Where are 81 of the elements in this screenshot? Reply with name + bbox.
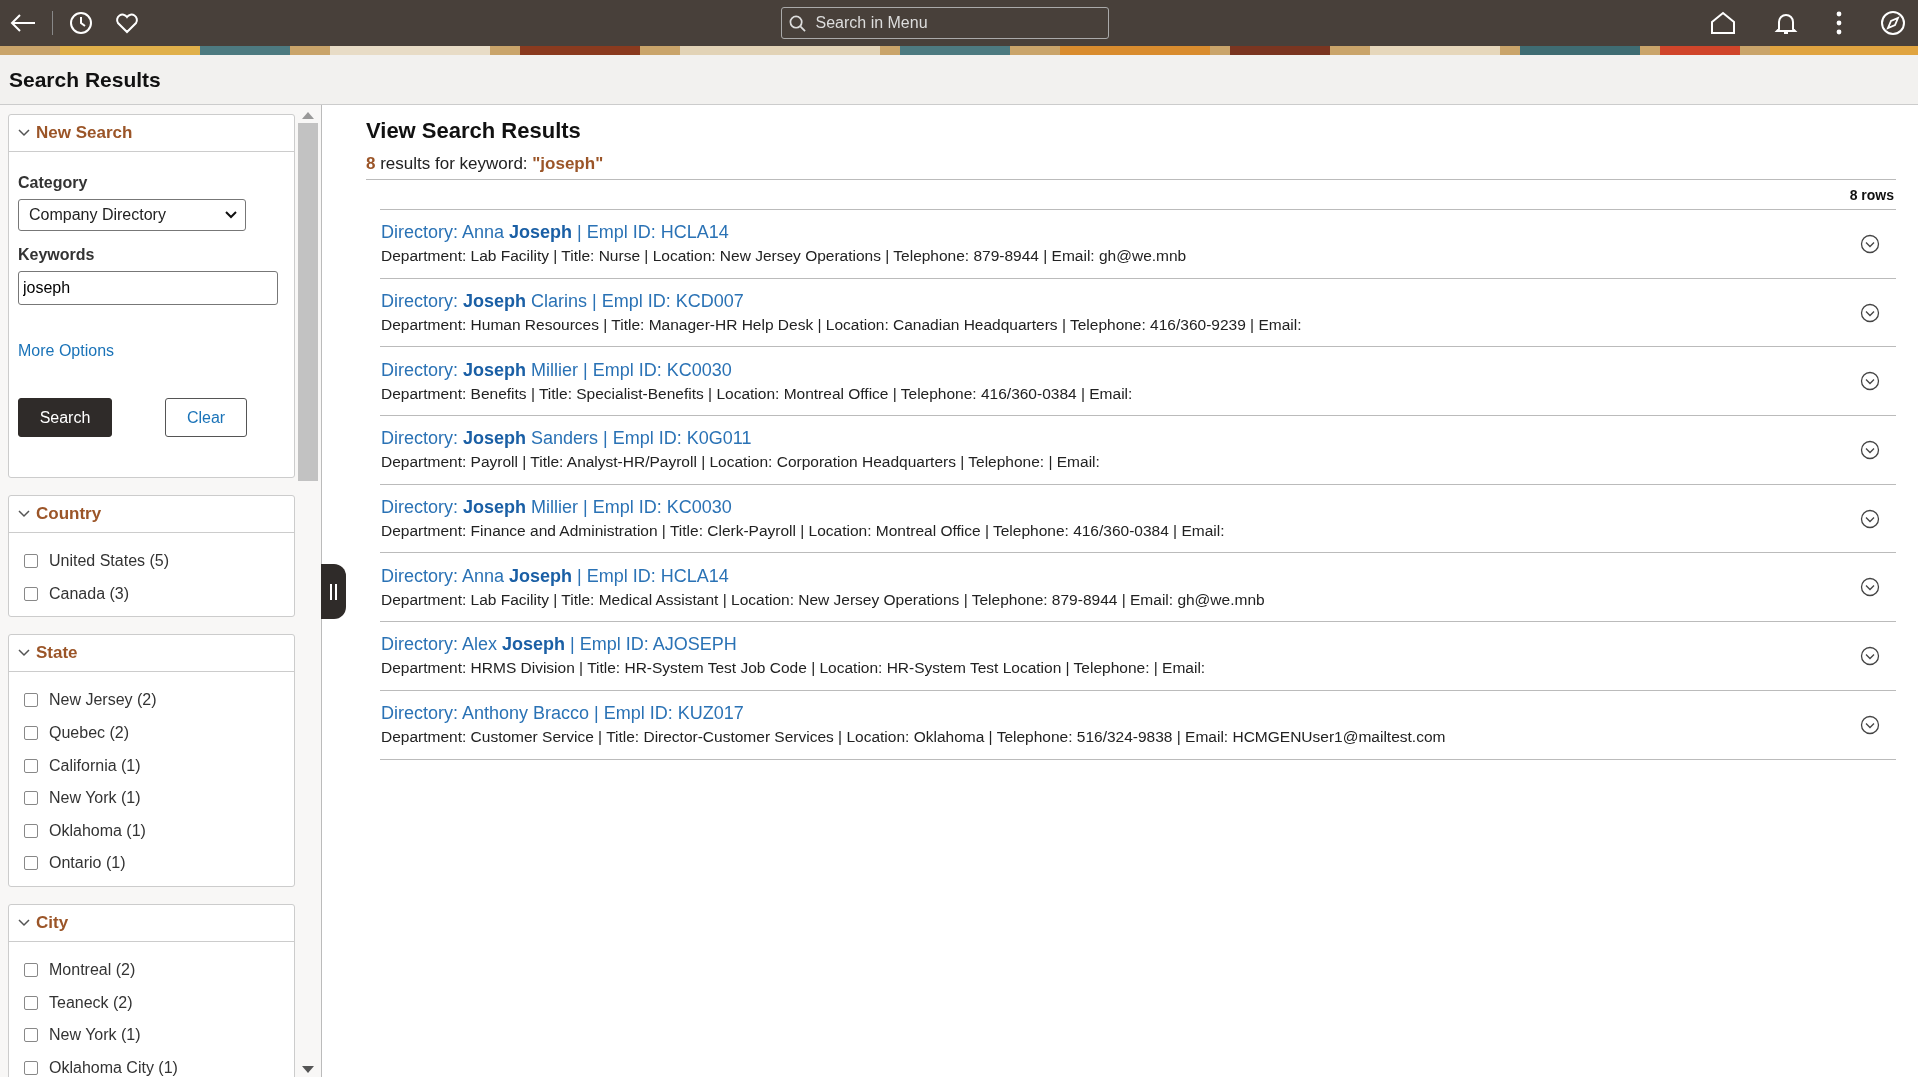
result-details: Department: HRMS Division | Title: HR-System Test Job Code | Location: HR-System Test Location | Telephone: | Email: bbox=[381, 659, 1206, 678]
scrollbar-thumb[interactable] bbox=[298, 123, 318, 481]
chevron-icon[interactable] bbox=[18, 129, 30, 137]
expand-icon[interactable] bbox=[1860, 302, 1880, 323]
expand-icon[interactable] bbox=[1860, 577, 1880, 598]
results-summary: 8 results for keyword: "joseph" bbox=[366, 154, 1896, 180]
collapse-handle[interactable] bbox=[321, 564, 346, 619]
page-title: Search Results bbox=[9, 67, 161, 92]
search-icon bbox=[788, 15, 806, 32]
checkbox[interactable] bbox=[24, 995, 38, 1010]
chevron-icon[interactable] bbox=[18, 918, 30, 927]
result-link[interactable]: Directory: Anna Joseph | Empl ID: HCLA14 bbox=[381, 565, 1265, 587]
checkbox[interactable] bbox=[24, 823, 38, 838]
checkbox-label[interactable]: Quebec (2) bbox=[49, 724, 130, 743]
history-icon[interactable] bbox=[69, 11, 93, 35]
panel-title[interactable]: State bbox=[36, 643, 78, 664]
clear-button[interactable]: Clear bbox=[165, 398, 247, 437]
result-link[interactable]: Directory: Joseph Millier | Empl ID: KC0030 bbox=[381, 497, 1225, 519]
compass-icon[interactable] bbox=[1880, 10, 1906, 36]
result-details: Department: Human Resources | Title: Manager-HR Help Desk | Location: Canadian Headquarters | Telephone: 416/360-9239 | Email: bbox=[381, 316, 1302, 335]
home-icon[interactable] bbox=[1710, 11, 1736, 35]
more-options-link[interactable]: More Options bbox=[18, 342, 115, 360]
result-link[interactable]: Directory: Joseph Millier | Empl ID: KC0030 bbox=[381, 359, 1133, 381]
expand-icon[interactable] bbox=[1860, 645, 1880, 666]
panel-title[interactable]: City bbox=[36, 912, 69, 933]
result-details: Department: Customer Service | Title: Director-Customer Services | Location: Oklahoma | Telephone: 516/324-9838 | Email: HCMGENUser1@mailtest.com bbox=[381, 728, 1446, 747]
results-heading: View Search Results bbox=[366, 118, 582, 144]
result-details: Department: Benefits | Title: Specialist-Benefits | Location: Montreal Office | Telephone: 416/360-0384 | Email: bbox=[381, 384, 1133, 403]
scroll-up-icon[interactable] bbox=[302, 112, 314, 119]
checkbox[interactable] bbox=[24, 554, 38, 569]
checkbox[interactable] bbox=[24, 586, 38, 601]
expand-icon[interactable] bbox=[1860, 508, 1880, 529]
checkbox-label[interactable]: Teaneck (2) bbox=[49, 993, 133, 1012]
expand-icon[interactable] bbox=[1860, 233, 1880, 254]
caret-icon bbox=[225, 211, 237, 219]
checkbox[interactable] bbox=[24, 1060, 38, 1075]
result-link[interactable]: Directory: Anna Joseph | Empl ID: HCLA14 bbox=[381, 222, 1187, 244]
result-details: Department: Finance and Administration | Title: Clerk-Payroll | Location: Montreal Office | Telephone: 416/360-0384 | Email: bbox=[381, 522, 1225, 541]
result-link[interactable]: Directory: Joseph Clarins | Empl ID: KCD007 bbox=[381, 291, 1302, 313]
checkbox[interactable] bbox=[24, 791, 38, 806]
menu-search-field[interactable]: Search in Menu bbox=[780, 7, 1109, 39]
row-count: 8 rows bbox=[1849, 187, 1894, 203]
checkbox-label[interactable]: Montreal (2) bbox=[49, 961, 136, 980]
checkbox-label[interactable]: Canada (3) bbox=[49, 584, 130, 603]
chevron-icon[interactable] bbox=[18, 649, 30, 658]
checkbox[interactable] bbox=[24, 856, 38, 871]
keywords-field[interactable]: joseph bbox=[18, 271, 278, 305]
checkbox[interactable] bbox=[24, 1028, 38, 1043]
result-details: Department: Lab Facility | Title: Nurse | Location: New Jersey Operations | Telephone: 879-8944 | Email: gh@we.mnb bbox=[381, 247, 1187, 266]
checkbox[interactable] bbox=[24, 693, 38, 708]
bell-icon[interactable] bbox=[1774, 11, 1798, 35]
checkbox-label[interactable]: Oklahoma (1) bbox=[49, 821, 146, 840]
panel-title[interactable]: Country bbox=[36, 504, 102, 524]
chevron-icon[interactable] bbox=[18, 510, 30, 518]
checkbox-label[interactable]: United States (5) bbox=[49, 552, 170, 571]
result-details: Department: Payroll | Title: Analyst-HR/Payroll | Location: Corporation Headquarters | Telephone: | Email: bbox=[381, 453, 1100, 472]
checkbox-label[interactable]: New York (1) bbox=[49, 1026, 141, 1045]
result-link[interactable]: Directory: Joseph Sanders | Empl ID: K0G011 bbox=[381, 428, 1100, 450]
result-link[interactable]: Directory: Alex Joseph | Empl ID: AJOSEPH bbox=[381, 634, 1206, 656]
checkbox-label[interactable]: New Jersey (2) bbox=[49, 691, 157, 710]
panel-title[interactable]: New Search bbox=[36, 123, 133, 143]
expand-icon[interactable] bbox=[1860, 371, 1880, 392]
checkbox-label[interactable]: Oklahoma City (1) bbox=[49, 1058, 178, 1077]
checkbox-label[interactable]: Ontario (1) bbox=[49, 854, 126, 873]
checkbox[interactable] bbox=[24, 758, 38, 773]
checkbox-label[interactable]: California (1) bbox=[49, 756, 141, 775]
result-details: Department: Lab Facility | Title: Medical Assistant | Location: New Jersey Operations | Telephone: 879-8944 | Email: gh@we.mnb bbox=[381, 590, 1265, 609]
checkbox[interactable] bbox=[24, 726, 38, 741]
field-label: Category bbox=[18, 174, 89, 192]
result-link[interactable]: Directory: Anthony Bracco | Empl ID: KUZ017 bbox=[381, 703, 1446, 725]
scroll-down-icon[interactable] bbox=[302, 1066, 314, 1073]
field-label: Keywords bbox=[18, 246, 96, 264]
heart-icon[interactable] bbox=[115, 12, 139, 34]
expand-icon[interactable] bbox=[1860, 714, 1880, 735]
category-dropdown[interactable]: Company Directory bbox=[18, 199, 246, 231]
expand-icon[interactable] bbox=[1860, 439, 1880, 460]
checkbox[interactable] bbox=[24, 963, 38, 978]
search-button[interactable]: Search bbox=[18, 398, 112, 437]
back-icon[interactable] bbox=[10, 13, 36, 33]
more-icon[interactable] bbox=[1836, 11, 1842, 35]
checkbox-label[interactable]: New York (1) bbox=[49, 789, 141, 808]
